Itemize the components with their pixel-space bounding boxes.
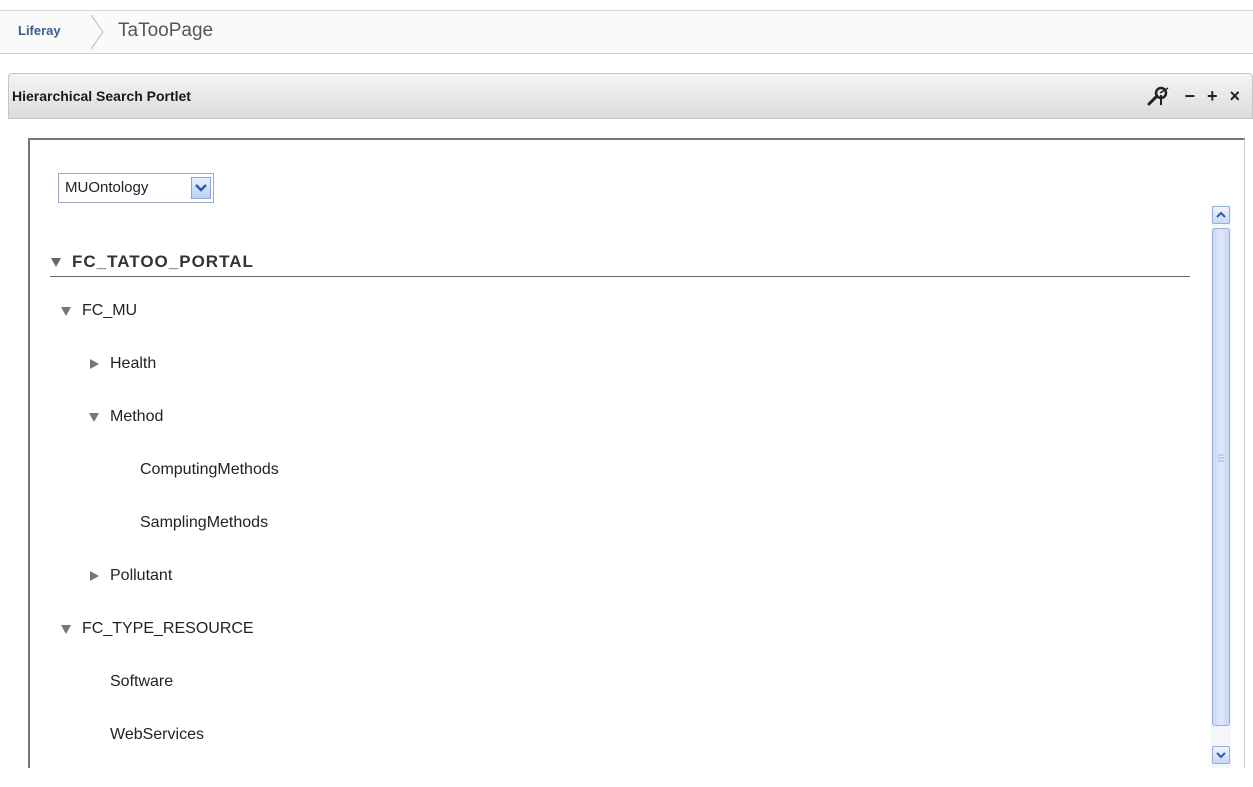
- tree-root-row[interactable]: FC_TATOO_PORTAL: [50, 248, 1190, 277]
- close-button[interactable]: ×: [1229, 84, 1240, 108]
- tree-node-samplingmethods[interactable]: SamplingMethods: [140, 511, 268, 535]
- tree-node-software[interactable]: Software: [110, 670, 173, 694]
- portlet-title-bar: Hierarchical Search Portlet − + ×: [8, 73, 1253, 119]
- tree-root[interactable]: FC_TATOO_PORTAL: [50, 250, 254, 274]
- tree-node-pollutant[interactable]: Pollutant: [88, 564, 172, 588]
- portlet-title: Hierarchical Search Portlet: [12, 88, 191, 104]
- tree-node-webservices[interactable]: WebServices: [110, 723, 204, 747]
- collapsed-triangle-icon[interactable]: [88, 358, 100, 370]
- breadcrumb: Liferay TaTooPage: [0, 10, 1253, 54]
- expanded-triangle-icon[interactable]: [88, 411, 100, 423]
- tree-node-label: Software: [110, 673, 174, 690]
- tree-node-label: Health: [110, 355, 157, 372]
- tree-node-computingmethods[interactable]: ComputingMethods: [140, 458, 279, 482]
- tree-node-label: Method: [110, 408, 164, 425]
- breadcrumb-home-link[interactable]: Liferay: [18, 23, 61, 38]
- collapsed-triangle-icon[interactable]: [88, 570, 100, 582]
- ontology-select[interactable]: MUOntology: [58, 173, 214, 203]
- chevron-up-icon: [1216, 211, 1226, 218]
- tree-node-fc-mu[interactable]: FC_MU: [60, 299, 137, 323]
- ontology-select-value: MUOntology: [65, 179, 149, 196]
- tree-node-label: Pollutant: [110, 567, 173, 584]
- ontology-select-arrow[interactable]: [191, 177, 211, 199]
- scroll-down-button[interactable]: [1212, 746, 1230, 764]
- wrench-icon[interactable]: [1146, 85, 1172, 107]
- grip-icon: [1218, 454, 1224, 462]
- tree-node-label: FC_TYPE_RESOURCE: [82, 620, 254, 637]
- breadcrumb-separator-icon: [90, 14, 104, 50]
- chevron-down-icon: [1216, 752, 1226, 759]
- scroll-up-button[interactable]: [1212, 206, 1230, 224]
- vertical-scrollbar[interactable]: [1211, 204, 1231, 768]
- scrollbar-thumb[interactable]: [1212, 228, 1230, 726]
- chevron-down-icon: [195, 184, 207, 192]
- tree-node-label: SamplingMethods: [140, 514, 269, 531]
- tree-node-method[interactable]: Method: [88, 405, 163, 429]
- tree-node-label: WebServices: [110, 726, 204, 743]
- tree-node-label: ComputingMethods: [140, 461, 279, 478]
- expanded-triangle-icon[interactable]: [60, 623, 72, 635]
- hierarchical-search-portlet: Hierarchical Search Portlet − + × MUOnto…: [8, 73, 1253, 773]
- portlet-content: MUOntology FC_TATOO_PORTAL FC_MU Health: [28, 138, 1245, 768]
- tree-root-label: FC_TATOO_PORTAL: [72, 252, 254, 271]
- portlet-controls: − + ×: [1146, 84, 1240, 108]
- tree-node-health[interactable]: Health: [88, 352, 156, 376]
- tree-node-fc-type-resource[interactable]: FC_TYPE_RESOURCE: [60, 617, 254, 641]
- minimize-button[interactable]: −: [1184, 84, 1195, 108]
- page-title: TaTooPage: [118, 20, 214, 41]
- maximize-button[interactable]: +: [1207, 84, 1218, 108]
- tree-node-label: FC_MU: [82, 302, 138, 319]
- expanded-triangle-icon[interactable]: [50, 256, 62, 268]
- expanded-triangle-icon[interactable]: [60, 305, 72, 317]
